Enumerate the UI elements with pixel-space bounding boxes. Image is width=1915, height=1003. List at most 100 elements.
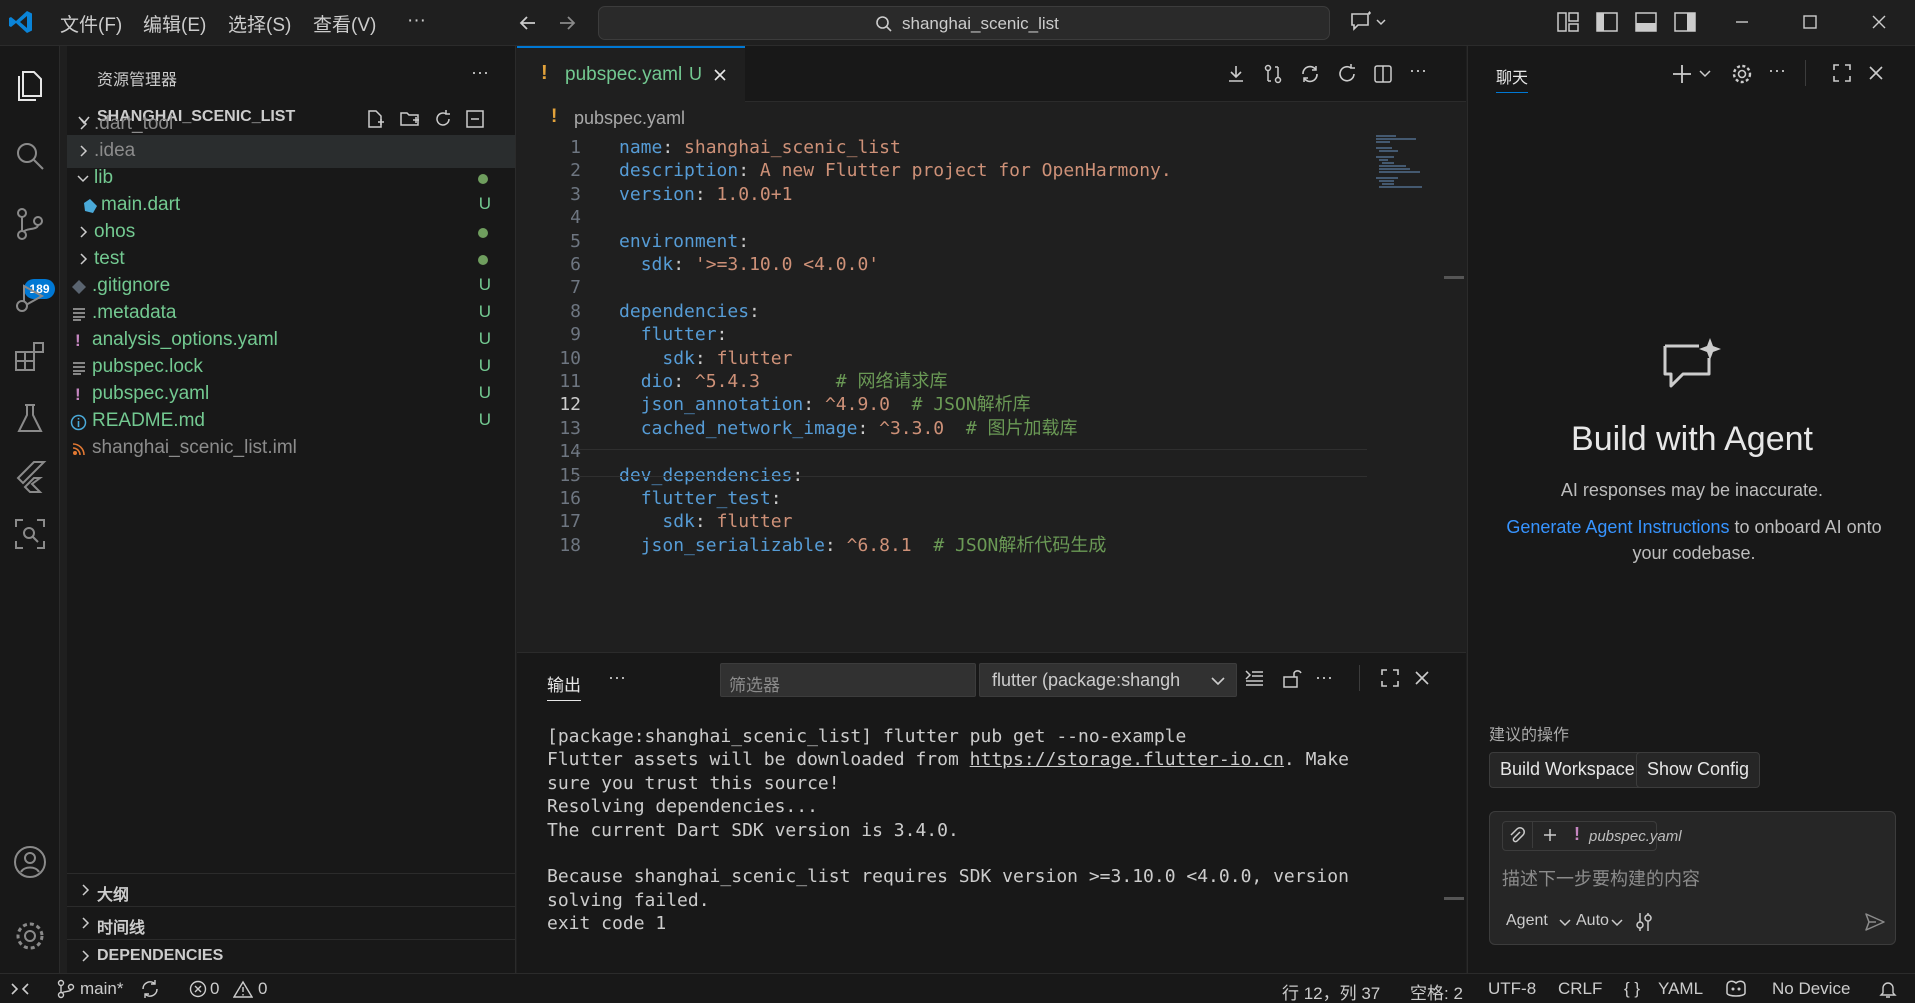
settings-gear-icon[interactable]	[10, 916, 50, 956]
git-branch-icon[interactable]	[56, 979, 76, 999]
menu-selection[interactable]: 选择(S)	[228, 10, 291, 37]
flutter-device[interactable]: No Device	[1772, 979, 1850, 999]
download-url-link[interactable]: https://storage.flutter-io.cn	[970, 749, 1284, 770]
chat-input-box[interactable]: ! pubspec.yaml 描述下一步要构建的内容 Agent Auto	[1489, 811, 1896, 945]
generate-instructions-link[interactable]: Generate Agent Instructions	[1506, 517, 1729, 537]
copilot-icon[interactable]	[1723, 978, 1749, 1000]
back-arrow-icon[interactable]	[517, 12, 539, 34]
warning-icon[interactable]	[233, 980, 253, 998]
run-debug-icon[interactable]	[10, 276, 50, 316]
output-log[interactable]: [package:shanghai_scenic_list] flutter p…	[517, 653, 1466, 974]
yaml-file-icon: !	[75, 385, 81, 404]
close-chat-icon[interactable]	[1865, 62, 1887, 84]
remote-explorer-icon[interactable]	[10, 514, 50, 554]
tree-label: lib	[94, 167, 114, 188]
warning-count[interactable]: 0	[258, 979, 267, 999]
output-line: exit code 1	[547, 913, 667, 935]
new-chat-icon[interactable]	[1672, 62, 1716, 86]
search-text: shanghai_scenic_list	[902, 14, 1059, 33]
tab-pubspec-yaml[interactable]: ! pubspec.yaml U	[517, 46, 745, 102]
paperclip-icon[interactable]	[1507, 826, 1527, 846]
chevron-right-icon	[80, 118, 88, 130]
breadcrumb-file[interactable]: pubspec.yaml	[574, 108, 685, 129]
menu-file[interactable]: 文件(F)	[60, 10, 122, 37]
chevron-right-icon	[82, 917, 90, 929]
customize-layout-icon[interactable]	[1556, 10, 1580, 34]
code-editor[interactable]: 1 name: shanghai_scenic_list 2 description…	[517, 134, 1466, 646]
section-outline[interactable]: 大纲	[67, 873, 515, 906]
maximize-icon[interactable]	[1798, 10, 1822, 34]
maximize-chat-icon[interactable]	[1831, 62, 1853, 84]
add-context-icon[interactable]	[1542, 827, 1558, 843]
explorer-more-button[interactable]: ···	[471, 62, 489, 83]
indentation[interactable]: 空格: 2	[1410, 979, 1463, 1003]
model-select[interactable]: Auto	[1576, 912, 1609, 930]
extensions-icon[interactable]	[10, 336, 50, 376]
split-editor-icon[interactable]	[1372, 63, 1394, 85]
source-control-icon[interactable]	[10, 204, 50, 244]
chat-welcome-title: Build with Agent	[1571, 420, 1813, 458]
editor-tab-bar: ! pubspec.yaml U ···	[517, 46, 1466, 102]
testing-flask-icon[interactable]	[10, 398, 50, 438]
search-view-icon[interactable]	[10, 136, 50, 176]
chat-input-placeholder: 描述下一步要构建的内容	[1502, 869, 1700, 889]
account-icon[interactable]	[10, 842, 50, 882]
tree-row-iml[interactable]: shanghai_scenic_list.iml	[67, 432, 515, 465]
language-mode[interactable]: YAML	[1658, 979, 1703, 999]
git-branch-name[interactable]: main*	[80, 979, 123, 999]
tree-label: .idea	[94, 140, 136, 161]
notifications-bell-icon[interactable]	[1878, 979, 1898, 999]
forward-arrow-icon[interactable]	[556, 12, 578, 34]
sync-changes-icon[interactable]	[140, 979, 160, 999]
tab-chat[interactable]: 聊天	[1496, 64, 1529, 93]
download-icon[interactable]	[1225, 63, 1247, 85]
toggle-primary-sidebar-icon[interactable]	[1595, 10, 1619, 34]
close-window-icon[interactable]	[1867, 10, 1891, 34]
modified-dot-icon	[478, 255, 488, 265]
section-dependencies[interactable]: DEPENDENCIES	[67, 939, 515, 972]
code-line: 18 json_serializable: ^6.8.1 # JSON解析代码生…	[559, 534, 1107, 556]
tools-icon[interactable]	[1635, 911, 1655, 933]
flutter-icon[interactable]	[10, 456, 50, 496]
encoding[interactable]: UTF-8	[1488, 979, 1536, 999]
section-timeline[interactable]: 时间线	[67, 906, 515, 939]
cursor-position[interactable]: 行 12，列 37	[1282, 979, 1380, 1003]
dart-file-icon	[84, 199, 97, 213]
panel-scroll-indicator[interactable]	[1444, 897, 1464, 900]
restart-icon[interactable]	[1336, 63, 1358, 85]
toggle-panel-icon[interactable]	[1634, 10, 1658, 34]
chat-more-button[interactable]: ···	[1768, 60, 1786, 81]
error-icon[interactable]	[189, 980, 207, 998]
send-icon[interactable]	[1864, 911, 1886, 933]
git-status-badge: U	[478, 356, 491, 375]
close-tab-icon[interactable]	[712, 67, 728, 83]
menu-more[interactable]: ···	[407, 10, 426, 32]
line-ending[interactable]: CRLF	[1558, 979, 1602, 999]
chat-sparkle-icon[interactable]	[1349, 11, 1389, 33]
minimap[interactable]	[1376, 134, 1456, 194]
tree-label: shanghai_scenic_list.iml	[92, 437, 297, 458]
editor-scroll-indicator[interactable]	[1444, 276, 1464, 279]
build-workspace-button[interactable]: Build Workspace	[1489, 752, 1646, 788]
toggle-secondary-sidebar-icon[interactable]	[1673, 10, 1697, 34]
command-center-search[interactable]: shanghai_scenic_list	[598, 6, 1330, 40]
error-count[interactable]: 0	[210, 979, 219, 999]
git-status-badge: U	[478, 302, 491, 321]
chat-settings-gear-icon[interactable]	[1730, 62, 1754, 86]
minimize-icon[interactable]	[1730, 10, 1754, 34]
chevron-down-icon	[77, 175, 89, 183]
tab-git-status: U	[689, 64, 702, 84]
compare-changes-icon[interactable]	[1262, 63, 1284, 85]
show-config-button[interactable]: Show Config	[1636, 752, 1761, 788]
context-file-name[interactable]: pubspec.yaml	[1589, 828, 1682, 845]
menu-edit[interactable]: 编辑(E)	[143, 10, 206, 37]
search-icon	[876, 16, 892, 32]
editor-more-button[interactable]: ···	[1409, 60, 1427, 81]
yaml-file-icon: !	[541, 62, 548, 84]
sync-icon[interactable]	[1299, 63, 1321, 85]
remote-indicator-icon[interactable]	[10, 980, 30, 998]
agent-mode-select[interactable]: Agent	[1506, 912, 1548, 930]
explorer-icon[interactable]	[10, 64, 50, 104]
menu-view[interactable]: 查看(V)	[313, 10, 376, 37]
rss-file-icon	[72, 443, 85, 456]
